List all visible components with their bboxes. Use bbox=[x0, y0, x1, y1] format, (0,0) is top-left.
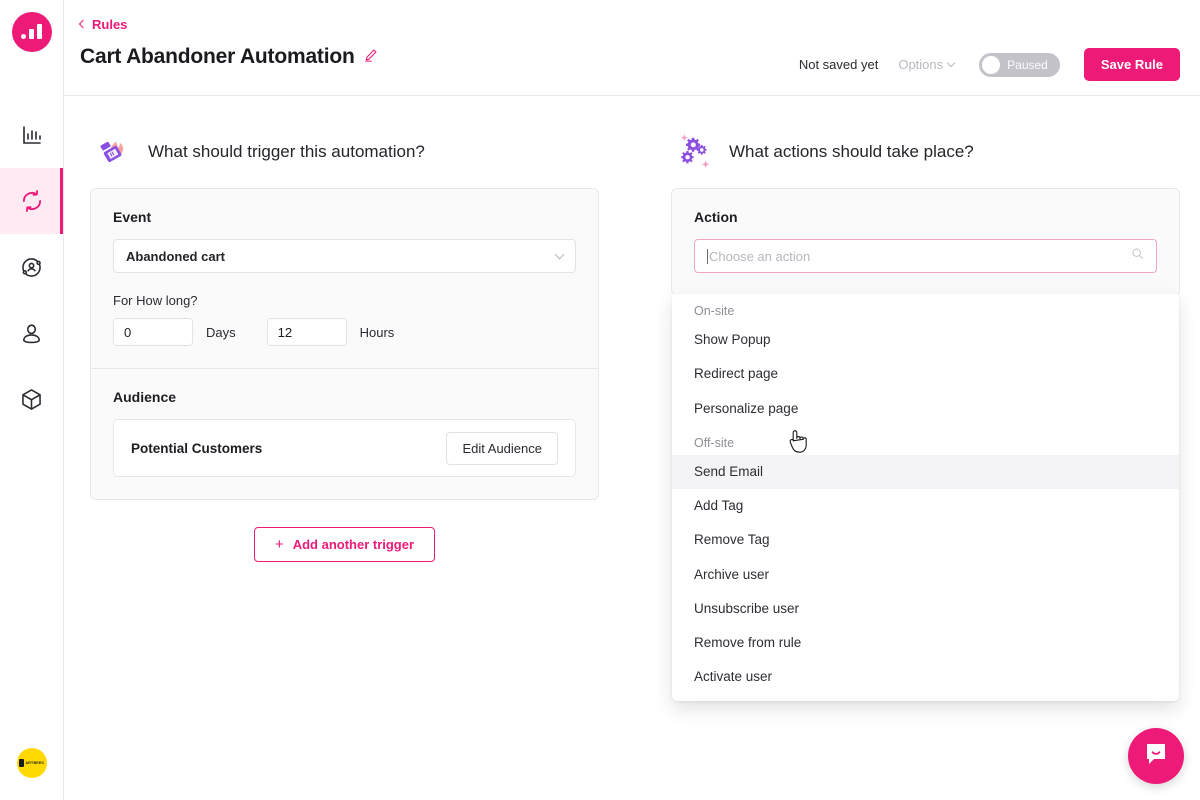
audience-network-icon bbox=[19, 255, 44, 280]
main-canvas: What should trigger this automation? Eve… bbox=[64, 96, 1200, 800]
event-label: Event bbox=[113, 209, 152, 225]
trigger-heading-row: What should trigger this automation? bbox=[90, 124, 599, 180]
artbees-logo-icon[interactable]: ARTBEES bbox=[16, 748, 47, 778]
action-heading: What actions should take place? bbox=[729, 142, 974, 161]
action-column: What actions should take place? Action C… bbox=[671, 124, 1180, 800]
chevron-left-icon bbox=[78, 19, 88, 29]
chevron-down-icon bbox=[554, 249, 565, 260]
dropdown-group-on-site: On-site Show Popup Redirect page Persona… bbox=[672, 294, 1179, 426]
chat-widget-button[interactable] bbox=[1128, 728, 1184, 784]
event-selected-value: Abandoned cart bbox=[126, 248, 225, 264]
dropdown-item-unsubscribe-user[interactable]: Unsubscribe user bbox=[672, 592, 1179, 626]
action-heading-row: What actions should take place? bbox=[671, 124, 1180, 180]
duration-label: For How long? bbox=[113, 293, 198, 308]
hours-input[interactable] bbox=[266, 318, 347, 346]
product-cube-icon bbox=[19, 387, 44, 412]
toggle-label: Paused bbox=[1007, 57, 1048, 72]
breadcrumb-rules-link[interactable]: Rules bbox=[78, 17, 128, 32]
dropdown-item-show-popup[interactable]: Show Popup bbox=[672, 323, 1179, 357]
event-section: Event Abandoned cart For How long? Days … bbox=[91, 189, 598, 368]
action-card: Action Choose an action On-site Show Pop… bbox=[671, 188, 1180, 701]
content-area: Rules Cart Abandoner Automation Not save… bbox=[64, 0, 1200, 800]
sidebar-item-analytics[interactable] bbox=[0, 102, 63, 168]
hours-unit-label: Hours bbox=[359, 324, 395, 340]
sidebar-item-users[interactable] bbox=[0, 300, 63, 366]
chat-bubble-smile-icon bbox=[1142, 740, 1170, 773]
audience-name: Potential Customers bbox=[131, 440, 263, 456]
dropdown-item-redirect-page[interactable]: Redirect page bbox=[672, 357, 1179, 391]
toggle-knob bbox=[982, 55, 1001, 74]
dropdown-item-personalize-page[interactable]: Personalize page bbox=[672, 392, 1179, 426]
lighter-flame-icon bbox=[90, 130, 134, 174]
audience-row: Potential Customers Edit Audience bbox=[113, 419, 576, 477]
event-select[interactable]: Abandoned cart bbox=[113, 239, 576, 273]
dropdown-group-label: Off-site bbox=[694, 435, 735, 450]
add-trigger-label: Add another trigger bbox=[292, 537, 415, 552]
save-status-text: Not saved yet bbox=[798, 57, 879, 72]
add-trigger-row: + Add another trigger bbox=[90, 527, 599, 562]
text-caret bbox=[707, 248, 708, 264]
analytics-bar-chart-icon bbox=[20, 123, 44, 147]
automation-refresh-icon bbox=[19, 188, 45, 214]
app-root: ARTBEES Rules Cart Abandoner Automation … bbox=[0, 0, 1200, 800]
sidebar-nav bbox=[0, 102, 63, 432]
magnifier-icon bbox=[1131, 247, 1144, 265]
dropdown-item-remove-tag[interactable]: Remove Tag bbox=[672, 523, 1179, 557]
days-unit-label: Days bbox=[206, 324, 236, 340]
sidebar-item-automations[interactable] bbox=[0, 168, 63, 234]
action-search-input[interactable]: Choose an action bbox=[694, 239, 1157, 273]
page-header: Rules Cart Abandoner Automation Not save… bbox=[64, 0, 1200, 96]
action-section: Action Choose an action On-site Show Pop… bbox=[672, 189, 1179, 701]
trigger-column: What should trigger this automation? Eve… bbox=[90, 124, 599, 800]
sidebar-item-audience[interactable] bbox=[0, 234, 63, 300]
plus-icon: + bbox=[274, 536, 284, 553]
sidebar: ARTBEES bbox=[0, 0, 64, 800]
sidebar-footer: ARTBEES bbox=[0, 748, 63, 778]
action-dropdown: On-site Show Popup Redirect page Persona… bbox=[672, 294, 1179, 701]
edit-audience-button[interactable]: Edit Audience bbox=[446, 431, 558, 465]
action-search-placeholder: Choose an action bbox=[709, 248, 811, 264]
user-profile-icon bbox=[19, 321, 44, 346]
page-title: Cart Abandoner Automation bbox=[80, 45, 355, 68]
options-label: Options bbox=[898, 57, 944, 72]
options-menu-button[interactable]: Options bbox=[898, 57, 956, 72]
dropdown-item-archive-user[interactable]: Archive user bbox=[672, 558, 1179, 592]
dropdown-item-remove-from-rule[interactable]: Remove from rule bbox=[672, 626, 1179, 660]
brand-logo-icon[interactable] bbox=[11, 12, 52, 52]
audience-section: Audience Potential Customers Edit Audien… bbox=[91, 368, 598, 499]
save-rule-button[interactable]: Save Rule bbox=[1083, 48, 1180, 81]
dropdown-group-label: On-site bbox=[694, 304, 735, 318]
audience-label: Audience bbox=[113, 389, 177, 405]
dropdown-item-add-tag[interactable]: Add Tag bbox=[672, 489, 1179, 523]
add-another-trigger-button[interactable]: + Add another trigger bbox=[253, 527, 436, 562]
sidebar-item-products[interactable] bbox=[0, 366, 63, 432]
trigger-card: Event Abandoned cart For How long? Days … bbox=[90, 188, 599, 500]
dropdown-item-activate-user[interactable]: Activate user bbox=[672, 660, 1179, 694]
pause-toggle[interactable]: Paused bbox=[979, 52, 1060, 77]
breadcrumb-label: Rules bbox=[92, 17, 128, 32]
dropdown-group-off-site: Off-site Send Email Add Tag Remove Tag A… bbox=[672, 426, 1179, 695]
trigger-heading: What should trigger this automation? bbox=[148, 142, 425, 161]
artbees-mark bbox=[18, 759, 24, 767]
duration-row: Days Hours bbox=[113, 318, 576, 346]
pencil-icon[interactable] bbox=[364, 48, 378, 67]
action-label: Action bbox=[694, 209, 738, 225]
days-input[interactable] bbox=[113, 318, 193, 346]
artbees-label: ARTBEES bbox=[25, 761, 45, 765]
dropdown-item-send-email[interactable]: Send Email bbox=[672, 454, 1179, 489]
header-actions: Not saved yet Options Paused Save Rule bbox=[799, 48, 1180, 81]
gears-sparkle-icon bbox=[671, 130, 715, 174]
chevron-down-icon bbox=[946, 58, 956, 68]
